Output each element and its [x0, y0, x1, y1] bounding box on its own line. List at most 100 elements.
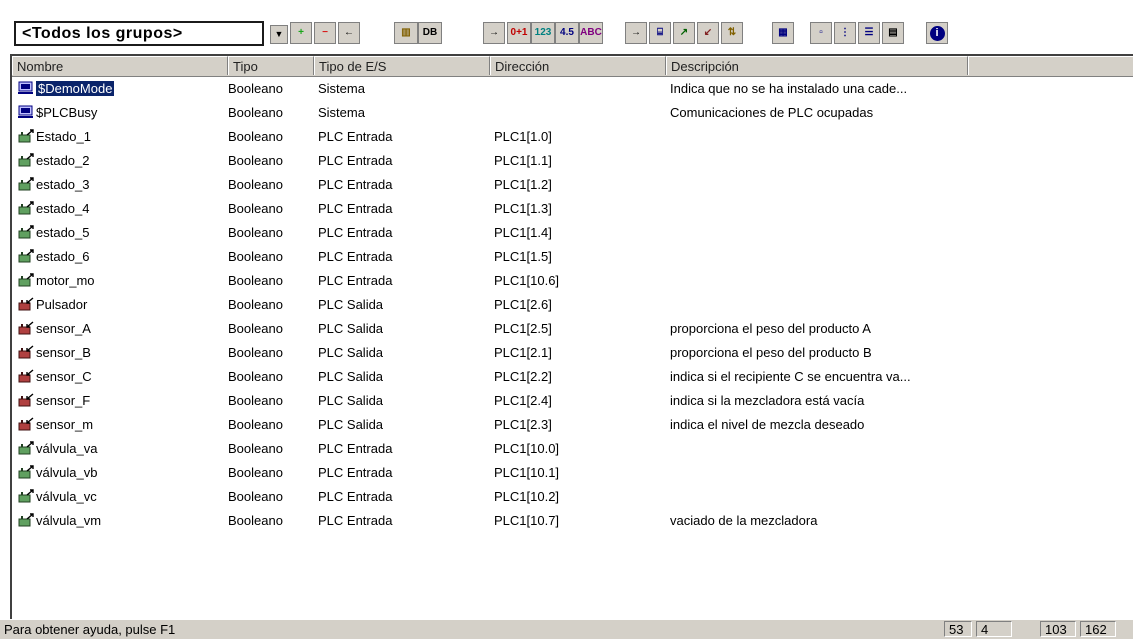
system-button[interactable]: ⌸: [649, 22, 671, 44]
table-view-button[interactable]: ▦: [772, 22, 794, 44]
row-name-text: Estado_1: [36, 129, 91, 144]
row-tipo-es: PLC Entrada: [318, 177, 393, 192]
row-tipo: Booleano: [228, 201, 283, 216]
table-row[interactable]: estado_5 Booleano PLC Entrada PLC1[1.4]: [12, 221, 1133, 245]
table-row[interactable]: $DemoMode Booleano Sistema Indica que no se…: [12, 77, 1133, 101]
status-bar: Para obtener ayuda, pulse F1 53 4 103 16…: [0, 619, 1133, 639]
status-panel-2: 4: [976, 621, 1012, 637]
plc-input-icon: [18, 223, 34, 239]
plc-output-icon: [18, 415, 34, 431]
row-direccion: PLC1[10.7]: [494, 513, 560, 528]
plc-io-button[interactable]: ⇅: [721, 22, 743, 44]
row-tipo-es: PLC Entrada: [318, 201, 393, 216]
table-row[interactable]: estado_4 Booleano PLC Entrada PLC1[1.3]: [12, 197, 1133, 221]
table-row[interactable]: sensor_C Booleano PLC Salida PLC1[2.2] indic…: [12, 365, 1133, 389]
row-direccion: PLC1[1.5]: [494, 249, 552, 264]
table-row[interactable]: válvula_vc Booleano PLC Entrada PLC1[10.2]: [12, 485, 1133, 509]
table-row[interactable]: sensor_F Booleano PLC Salida PLC1[2.4] indic…: [12, 389, 1133, 413]
memory-button[interactable]: ▥: [394, 22, 418, 44]
plc-output-icon: [18, 367, 34, 383]
table-row[interactable]: sensor_A Booleano PLC Salida PLC1[2.5] propo…: [12, 317, 1133, 341]
row-tipo-es: PLC Salida: [318, 297, 384, 312]
row-name-text: $DemoMode: [36, 81, 115, 96]
table-row[interactable]: válvula_vb Booleano PLC Entrada PLC1[10.1]: [12, 461, 1133, 485]
row-tipo-es: PLC Entrada: [318, 465, 393, 480]
status-panel-3: 103: [1040, 621, 1076, 637]
database-button[interactable]: DB: [418, 22, 442, 44]
row-tipo-es: PLC Entrada: [318, 489, 393, 504]
row-name-text: sensor_F: [36, 393, 91, 408]
column-header-tipo[interactable]: Tipo: [228, 56, 314, 75]
group-select[interactable]: <Todos los grupos> ▼: [14, 21, 288, 46]
list-view-button[interactable]: ☰: [858, 22, 880, 44]
plc-input-icon: [18, 199, 34, 215]
plc-input-icon: [18, 439, 34, 455]
table-row[interactable]: estado_3 Booleano PLC Entrada PLC1[1.2]: [12, 173, 1133, 197]
small-icons-button[interactable]: ⋮: [834, 22, 856, 44]
row-name-text: válvula_vm: [36, 513, 102, 528]
table-row[interactable]: sensor_m Booleano PLC Salida PLC1[2.3] indic…: [12, 413, 1133, 437]
row-name: sensor_C: [18, 365, 92, 389]
row-name: estado_5: [18, 221, 90, 245]
row-tipo-es: PLC Salida: [318, 369, 384, 384]
row-name: $DemoMode: [18, 77, 115, 101]
chevron-down-icon[interactable]: ▼: [270, 25, 288, 44]
plc-input-icon: [18, 463, 34, 479]
row-name: válvula_vc: [18, 485, 97, 509]
info-button[interactable]: i: [926, 22, 948, 44]
plc-output-icon: [18, 319, 34, 335]
string-type-button[interactable]: ABC: [579, 22, 603, 44]
column-header-nombre[interactable]: Nombre: [12, 56, 228, 75]
column-header-direccion[interactable]: Dirección: [490, 56, 666, 75]
row-name-text: válvula_vb: [36, 465, 98, 480]
table-row[interactable]: Estado_1 Booleano PLC Entrada PLC1[1.0]: [12, 125, 1133, 149]
row-tipo: Booleano: [228, 129, 283, 144]
row-name: Pulsador: [18, 293, 87, 317]
table-row[interactable]: motor_mo Booleano PLC Entrada PLC1[10.6]: [12, 269, 1133, 293]
large-icons-button[interactable]: ▫: [810, 22, 832, 44]
table-row[interactable]: $PLCBusy Booleano Sistema Comunicaciones de…: [12, 101, 1133, 125]
row-name: sensor_F: [18, 389, 90, 413]
plc-input-button[interactable]: ↗: [673, 22, 695, 44]
plc-input-icon: [18, 511, 34, 527]
row-tipo-es: PLC Entrada: [318, 441, 393, 456]
toolbar: <Todos los grupos> ▼ + − ← ▥ DB → 0+1 123 4.5 ABC…: [0, 0, 1133, 52]
row-name: sensor_A: [18, 317, 91, 341]
details-view-button[interactable]: ▤: [882, 22, 904, 44]
plc-output-button[interactable]: ↙: [697, 22, 719, 44]
float-type-button[interactable]: 4.5: [555, 22, 579, 44]
status-help-text: Para obtener ayuda, pulse F1: [4, 622, 176, 637]
row-tipo-es: PLC Salida: [318, 345, 384, 360]
bool-type-button[interactable]: 0+1: [507, 22, 531, 44]
int-type-button[interactable]: 123: [531, 22, 555, 44]
row-tipo-es: PLC Entrada: [318, 225, 393, 240]
row-tipo-es: Sistema: [318, 81, 365, 96]
row-name-text: sensor_B: [36, 345, 91, 360]
row-name-text: válvula_vc: [36, 489, 97, 504]
row-tipo: Booleano: [228, 345, 283, 360]
table-row[interactable]: estado_2 Booleano PLC Entrada PLC1[1.1]: [12, 149, 1133, 173]
back-button[interactable]: ←: [338, 22, 360, 44]
table-row[interactable]: Pulsador Booleano PLC Salida PLC1[2.6]: [12, 293, 1133, 317]
column-header-descripcion[interactable]: Descripción: [666, 56, 968, 75]
row-descripcion: Indica que no se ha instalado una cade..…: [670, 81, 908, 96]
column-header-tipo-es[interactable]: Tipo de E/S: [314, 56, 490, 75]
row-tipo: Booleano: [228, 297, 283, 312]
table-row[interactable]: válvula_vm Booleano PLC Entrada PLC1[10.7] v…: [12, 509, 1133, 533]
row-direccion: PLC1[2.3]: [494, 417, 552, 432]
row-name-text: $PLCBusy: [36, 105, 98, 120]
table-row[interactable]: válvula_va Booleano PLC Entrada PLC1[10.0]: [12, 437, 1133, 461]
row-name-text: sensor_A: [36, 321, 91, 336]
row-name-text: sensor_C: [36, 369, 92, 384]
arrow2-button[interactable]: →: [625, 22, 647, 44]
table-row[interactable]: estado_6 Booleano PLC Entrada PLC1[1.5]: [12, 245, 1133, 269]
row-name-text: sensor_m: [36, 417, 94, 432]
add-tag-button[interactable]: +: [290, 22, 312, 44]
group-select-value: <Todos los grupos>: [22, 25, 183, 42]
row-name: válvula_va: [18, 437, 97, 461]
row-tipo: Booleano: [228, 81, 283, 96]
arrow-button[interactable]: →: [483, 22, 505, 44]
delete-tag-button[interactable]: −: [314, 22, 336, 44]
row-name: válvula_vm: [18, 509, 101, 533]
table-row[interactable]: sensor_B Booleano PLC Salida PLC1[2.1] propo…: [12, 341, 1133, 365]
